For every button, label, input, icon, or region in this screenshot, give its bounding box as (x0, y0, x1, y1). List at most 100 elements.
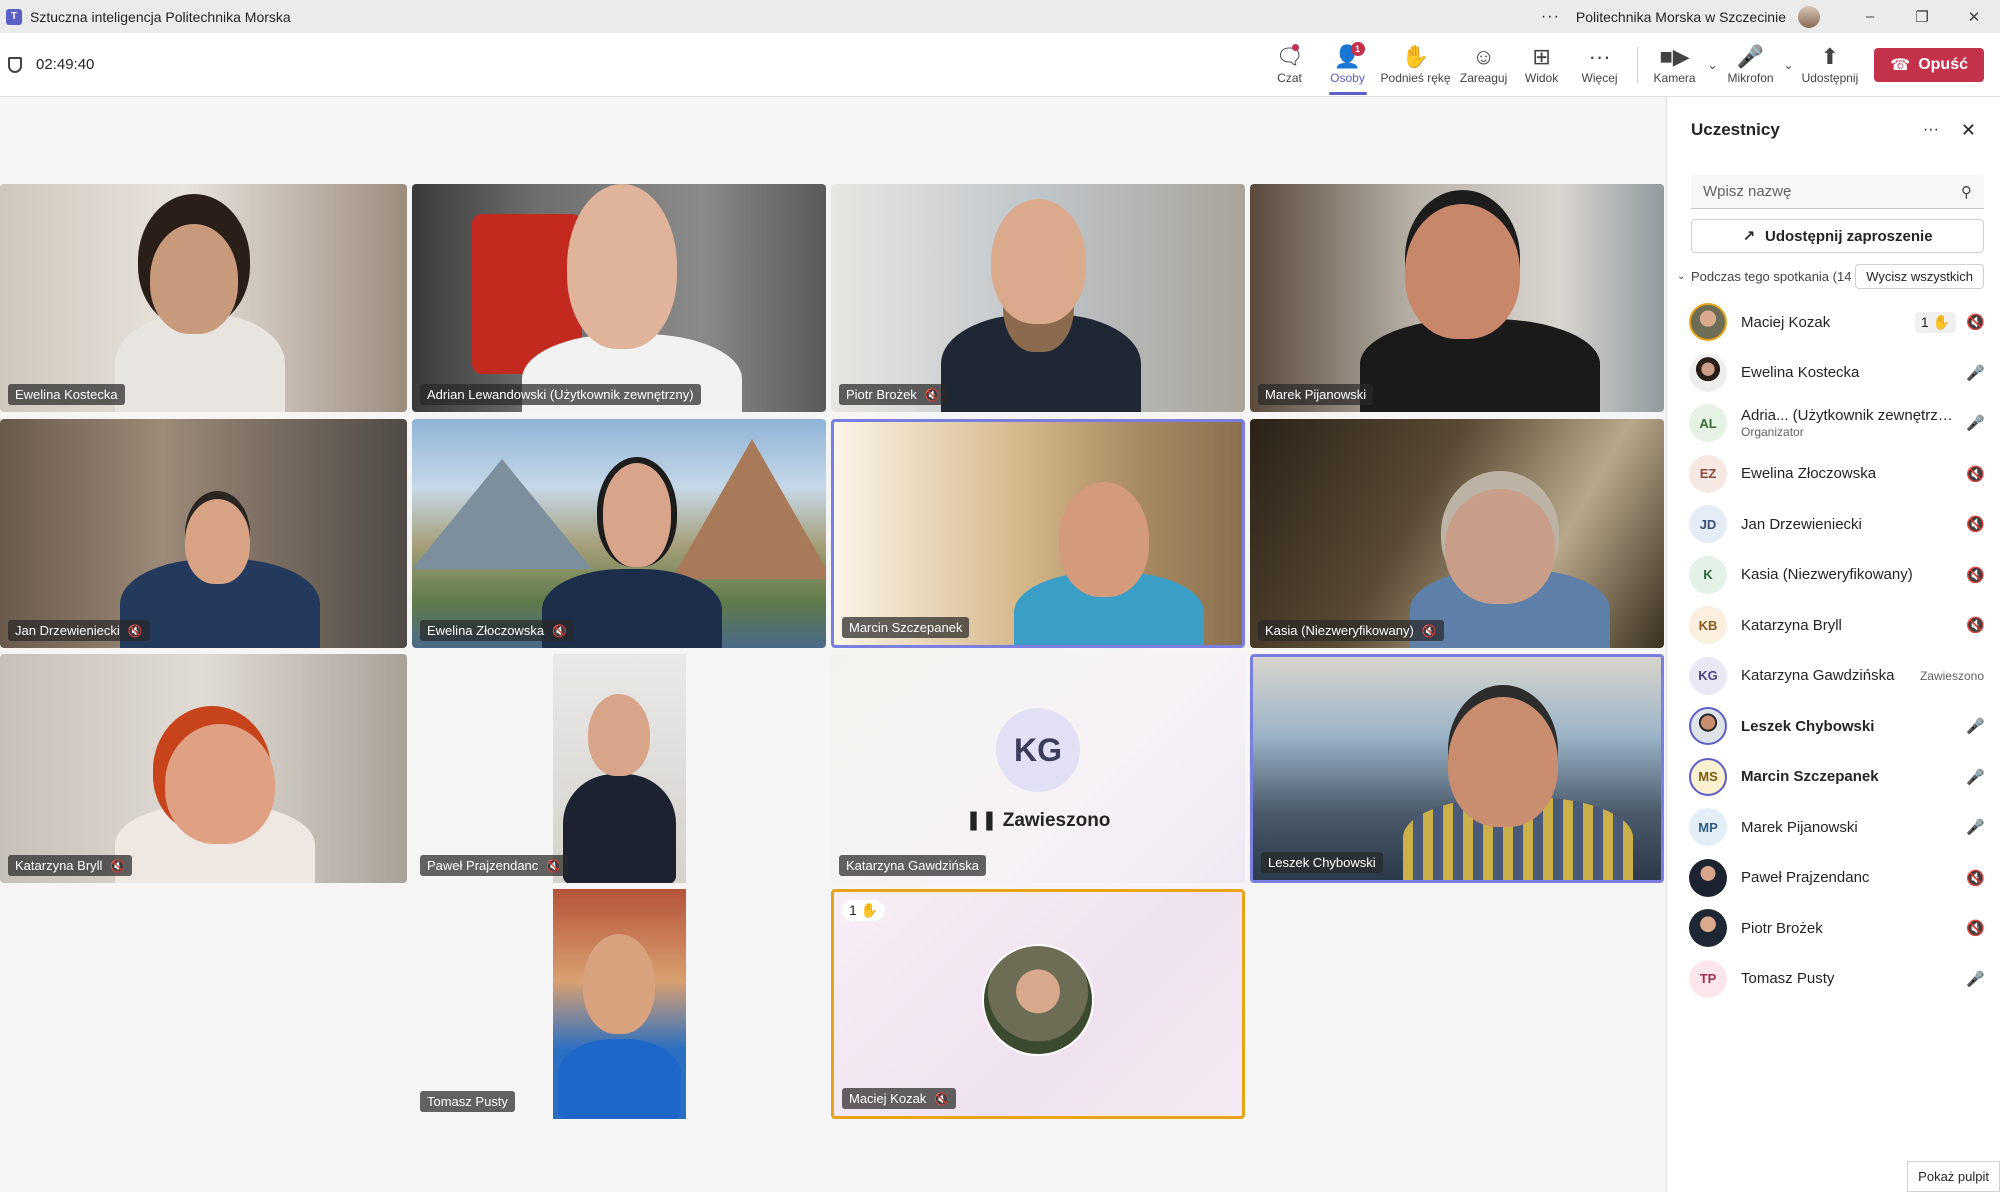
microphone-options-chevron-icon[interactable]: ⌄ (1780, 58, 1798, 72)
mute-all-button[interactable]: Wycisz wszystkich (1855, 263, 1984, 289)
share-invite-button[interactable]: ↗ Udostępnij zaproszenie (1691, 219, 1984, 253)
close-window-icon[interactable]: ✕ (1948, 8, 2000, 26)
video-tile[interactable]: Ewelina Złoczowska 🔇 (412, 419, 826, 648)
minimize-icon[interactable]: – (1844, 8, 1896, 25)
participant-face (1448, 697, 1558, 827)
video-tile[interactable]: Adrian Lewandowski (Użytkownik zewnętrzn… (412, 184, 826, 412)
microphone-button[interactable]: 🎤 Mikrofon (1722, 33, 1780, 97)
mic-muted-icon[interactable]: 🔇 (1966, 869, 1985, 887)
participant-name: Ewelina Kostecka (1741, 364, 1860, 382)
participant-row[interactable]: KB Katarzyna Bryll 🔇 (1667, 600, 2000, 651)
participant-name: Leszek Chybowski (1741, 717, 1875, 735)
chat-label: Czat (1277, 70, 1302, 85)
participant-name: Tomasz Pusty (1741, 970, 1835, 988)
mic-muted-icon: 🔇 (552, 623, 567, 638)
mic-muted-icon[interactable]: 🔇 (1966, 465, 1985, 483)
more-label: Więcej (1581, 70, 1618, 85)
share-icon: ↗ (1742, 228, 1756, 245)
participant-row[interactable]: AL Adria... (Użytkownik zewnętrzny) Orga… (1667, 398, 2000, 449)
video-tile[interactable]: Kasia (Niezweryfikowany) 🔇 (1250, 419, 1664, 648)
participant-row[interactable]: Ewelina Kostecka 🎤 (1667, 348, 2000, 399)
name-tag: Kasia (Niezweryfikowany) 🔇 (1258, 620, 1444, 641)
camera-button[interactable]: ■▶ Kamera (1646, 33, 1704, 97)
participant-name: Katarzyna Bryll (1741, 616, 1842, 634)
video-tile[interactable]: Katarzyna Bryll 🔇 (0, 654, 407, 883)
participant-row[interactable]: K Kasia (Niezweryfikowany) 🔇 (1667, 550, 2000, 601)
participant-search[interactable]: ⚲ (1691, 175, 1984, 209)
microphone-icon[interactable]: 🎤 (1966, 970, 1985, 988)
avatar: KB (1689, 606, 1727, 645)
raised-hand-badge: 1 ✋ (1914, 311, 1956, 333)
camera-label: Kamera (1653, 70, 1696, 85)
window-title: Sztuczna inteligencja Politechnika Morsk… (30, 8, 291, 25)
react-button[interactable]: ☺ Zareaguj (1455, 33, 1513, 97)
more-options-icon[interactable]: ··· (1923, 121, 1939, 139)
video-tile[interactable]: KG ❚❚ Zawieszono Katarzyna Gawdzińska (831, 654, 1245, 883)
participant-name: Marcin Szczepanek (1741, 768, 1879, 786)
search-input[interactable] (1703, 183, 1961, 200)
mic-muted-icon: 🔇 (1421, 623, 1437, 638)
share-button[interactable]: ⬆ Udostępnij (1798, 33, 1863, 97)
account-avatar[interactable] (1798, 5, 1820, 28)
participant-row[interactable]: JD Jan Drzewieniecki 🔇 (1667, 499, 2000, 550)
video-tile[interactable]: Paweł Prajzendanc 🔇 (412, 654, 826, 883)
more-options-icon[interactable]: ··· (1541, 8, 1560, 26)
organization-name[interactable]: Politechnika Morska w Szczecinie (1576, 9, 1786, 25)
avatar-photo (982, 944, 1094, 1056)
video-tile[interactable]: Piotr Brożek 🔇 (831, 184, 1245, 412)
section-header[interactable]: ⌄ Podczas tego spotkania (14 Wycisz wszy… (1677, 263, 1984, 289)
microphone-icon[interactable]: 🎤 (1966, 818, 1985, 836)
chat-button[interactable]: 🗨 Czat (1261, 33, 1319, 97)
participant-name: Adria... (Użytkownik zewnętrzny) (1741, 407, 1956, 425)
raise-hand-label: Podnieś rękę (1380, 70, 1451, 85)
more-button[interactable]: ··· Więcej (1571, 33, 1629, 97)
mic-muted-icon[interactable]: 🔇 (1966, 566, 1985, 584)
video-tile[interactable]: 1 ✋ Maciej Kozak 🔇 (831, 889, 1245, 1119)
mic-muted-icon[interactable]: 🔇 (1966, 616, 1985, 634)
participant-row[interactable]: KG Katarzyna Gawdzińska Zawieszono (1667, 651, 2000, 702)
microphone-icon[interactable]: 🎤 (1966, 414, 1985, 432)
participant-row[interactable]: Maciej Kozak 1 ✋ 🔇 (1667, 297, 2000, 348)
mic-muted-icon[interactable]: 🔇 (1966, 919, 1985, 937)
share-invite-label: Udostępnij zaproszenie (1765, 227, 1933, 245)
raise-hand-button[interactable]: ✋ Podnieś rękę (1377, 33, 1455, 97)
chevron-down-icon[interactable]: ⌄ (1677, 271, 1691, 282)
microphone-icon[interactable]: 🎤 (1966, 364, 1985, 382)
people-button[interactable]: 👤 1 Osoby (1319, 33, 1377, 97)
microphone-icon[interactable]: 🎤 (1966, 768, 1985, 786)
search-icon[interactable]: ⚲ (1961, 183, 1972, 201)
section-label: Podczas tego spotkania (14 (1691, 268, 1852, 284)
video-tile[interactable]: Marek Pijanowski (1250, 184, 1664, 412)
participant-row[interactable]: TP Tomasz Pusty 🎤 (1667, 954, 2000, 1005)
participant-face (583, 934, 655, 1034)
mic-muted-icon[interactable]: 🔇 (1966, 313, 1985, 331)
close-panel-icon[interactable]: ✕ (1961, 120, 1976, 141)
participant-row[interactable]: Leszek Chybowski 🎤 (1667, 701, 2000, 752)
participant-role: Organizator (1741, 425, 1804, 440)
avatar: AL (1689, 404, 1727, 443)
mic-muted-icon[interactable]: 🔇 (1966, 515, 1985, 533)
participant-row[interactable]: Paweł Prajzendanc 🔇 (1667, 853, 2000, 904)
restore-icon[interactable]: ❐ (1896, 8, 1948, 26)
video-tile[interactable]: Jan Drzewieniecki 🔇 (0, 419, 407, 648)
video-tile[interactable]: Ewelina Kostecka (0, 184, 407, 412)
share-label: Udostępnij (1801, 70, 1859, 85)
avatar: K (1689, 555, 1727, 594)
microphone-icon[interactable]: 🎤 (1966, 717, 1985, 735)
leave-button[interactable]: ☎ Opuść (1874, 47, 1984, 82)
avatar (1689, 707, 1727, 746)
show-desktop-button[interactable]: Pokaż pulpit (1907, 1161, 2000, 1192)
background-mountain (412, 459, 592, 569)
video-tile[interactable]: Tomasz Pusty (412, 889, 826, 1119)
participant-row[interactable]: EZ Ewelina Złoczowska 🔇 (1667, 449, 2000, 500)
participant-row[interactable]: MS Marcin Szczepanek 🎤 (1667, 752, 2000, 803)
avatar (1689, 858, 1727, 897)
participant-row[interactable]: Piotr Brożek 🔇 (1667, 903, 2000, 954)
video-tile[interactable]: Marcin Szczepanek (831, 419, 1245, 648)
participant-row[interactable]: MP Marek Pijanowski 🎤 (1667, 802, 2000, 853)
camera-options-chevron-icon[interactable]: ⌄ (1704, 58, 1722, 72)
view-button[interactable]: ⊞ Widok (1513, 33, 1571, 97)
background-mountain (672, 439, 826, 579)
video-tile[interactable]: Leszek Chybowski (1250, 654, 1664, 883)
participant-name: Katarzyna Bryll (15, 858, 103, 873)
